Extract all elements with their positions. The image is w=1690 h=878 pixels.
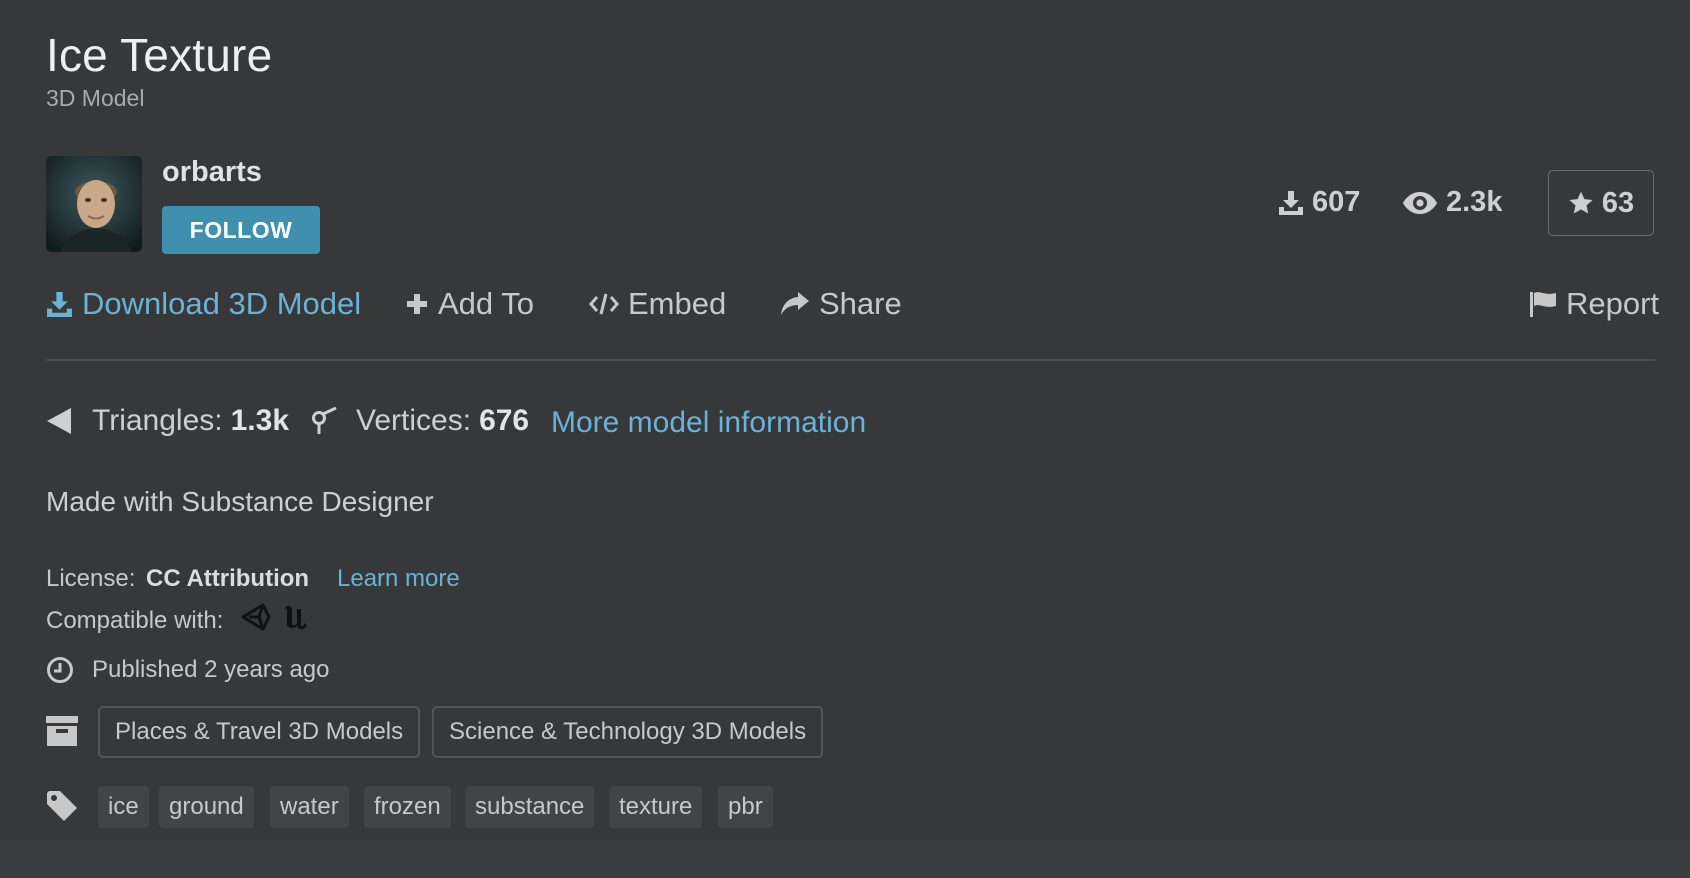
star-icon bbox=[1569, 191, 1593, 214]
author-username[interactable]: orbarts bbox=[162, 156, 262, 189]
view-count: 2.3k bbox=[1402, 186, 1502, 219]
triangle-count: Triangles: 1.3k bbox=[46, 404, 289, 438]
more-model-information-link[interactable]: More model information bbox=[551, 406, 866, 440]
tag-chip[interactable]: texture bbox=[609, 786, 703, 828]
clock-icon bbox=[47, 657, 73, 683]
download-count-value: 607 bbox=[1312, 186, 1361, 218]
eye-icon bbox=[1403, 191, 1437, 214]
divider bbox=[46, 359, 1655, 361]
tag-icon bbox=[47, 791, 77, 821]
license-label: License: bbox=[46, 565, 136, 592]
share-icon bbox=[781, 292, 809, 315]
share-button[interactable]: Share bbox=[780, 286, 902, 322]
follow-button[interactable]: FOLLOW bbox=[162, 206, 320, 254]
flag-icon bbox=[1530, 292, 1556, 317]
download-count: 607 bbox=[1278, 186, 1360, 219]
archive-icon bbox=[46, 716, 78, 746]
report-label: Report bbox=[1566, 286, 1660, 321]
category-tag[interactable]: Science & Technology 3D Models bbox=[432, 706, 824, 758]
footer-strip bbox=[0, 840, 1690, 878]
vertices-label: Vertices: bbox=[356, 404, 472, 437]
model-title: Ice Texture bbox=[46, 29, 273, 81]
compatible-with-label: Compatible with: bbox=[46, 607, 224, 634]
published-text: Published 2 years ago bbox=[92, 656, 330, 683]
tag-chip[interactable]: frozen bbox=[364, 786, 451, 828]
plus-icon bbox=[407, 294, 427, 314]
report-button[interactable]: Report bbox=[1529, 286, 1659, 322]
add-to-label: Add To bbox=[438, 286, 534, 321]
download-model-label: Download 3D Model bbox=[82, 286, 362, 321]
avatar-image bbox=[46, 156, 142, 252]
tag-chip[interactable]: ground bbox=[159, 786, 254, 828]
avatar[interactable] bbox=[46, 156, 142, 252]
published-date: Published 2 years ago bbox=[46, 656, 330, 684]
vertices-value: 676 bbox=[479, 404, 530, 437]
triangles-value: 1.3k bbox=[230, 404, 289, 437]
unreal-engine-icon bbox=[285, 605, 307, 630]
tag-chip[interactable]: substance bbox=[465, 786, 595, 828]
view-count-value: 2.3k bbox=[1446, 186, 1503, 218]
model-description: Made with Substance Designer bbox=[46, 486, 434, 517]
embed-button[interactable]: Embed bbox=[589, 286, 726, 322]
learn-more-link[interactable]: Learn more bbox=[337, 565, 460, 593]
triangle-icon bbox=[47, 408, 71, 434]
add-to-button[interactable]: Add To bbox=[405, 286, 534, 322]
license-value[interactable]: CC Attribution bbox=[146, 565, 309, 593]
tag-chip[interactable]: pbr bbox=[718, 786, 773, 828]
unity-icon bbox=[241, 603, 271, 631]
download-icon bbox=[1279, 190, 1303, 215]
download-icon bbox=[47, 291, 72, 317]
share-label: Share bbox=[819, 286, 902, 321]
triangles-label: Triangles: bbox=[92, 404, 223, 437]
code-icon bbox=[589, 293, 619, 315]
tag-chip[interactable]: ice bbox=[98, 786, 149, 828]
category-tag[interactable]: Places & Travel 3D Models bbox=[98, 706, 421, 758]
tag-chip[interactable]: water bbox=[270, 786, 349, 828]
embed-label: Embed bbox=[628, 286, 727, 321]
vertex-count: Vertices: 676 bbox=[310, 404, 529, 438]
model-info-panel: Ice Texture 3D Model orbarts FOLLOW 607 … bbox=[0, 0, 1690, 840]
vertex-icon bbox=[312, 407, 337, 434]
model-subtitle: 3D Model bbox=[46, 85, 145, 111]
like-count-value: 63 bbox=[1601, 186, 1635, 219]
download-model-button[interactable]: Download 3D Model bbox=[46, 286, 361, 322]
like-button[interactable]: 63 bbox=[1548, 170, 1654, 236]
